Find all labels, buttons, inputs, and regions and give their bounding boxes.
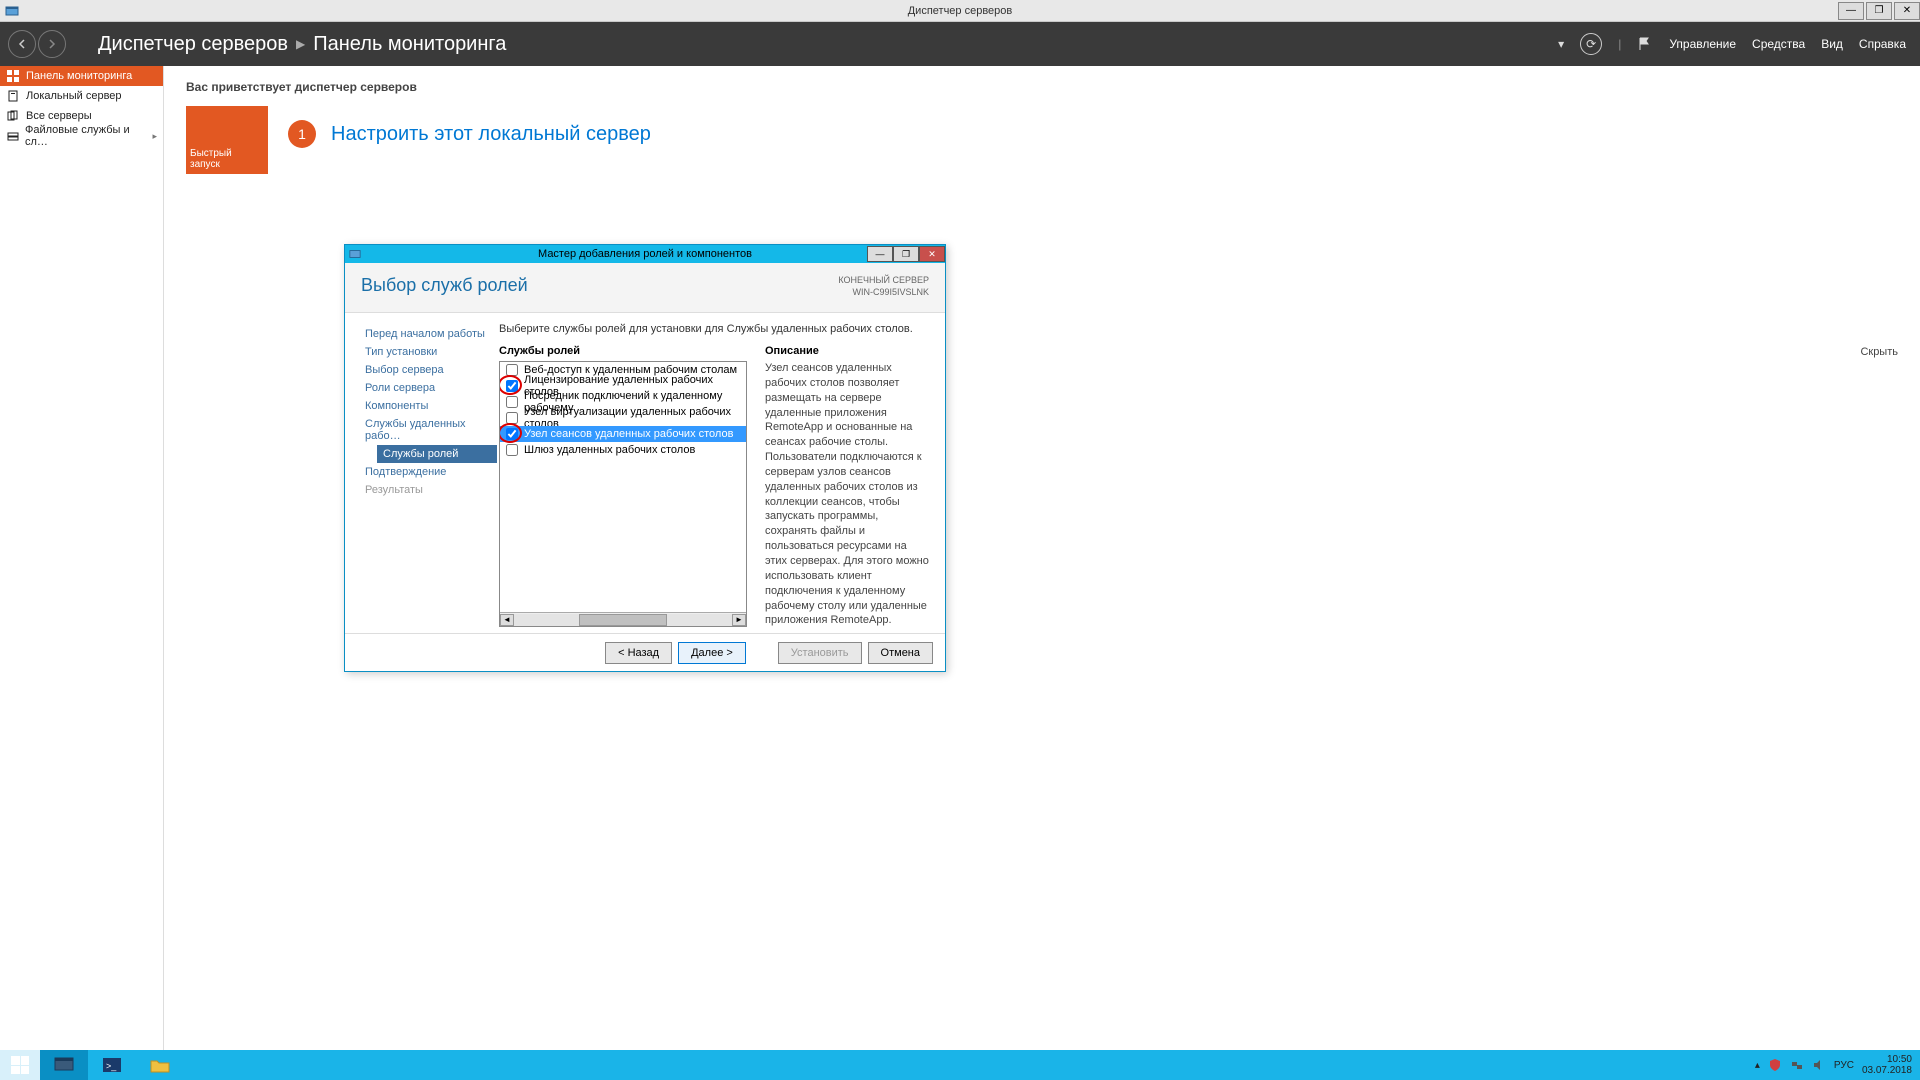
role-checkbox-0[interactable] bbox=[506, 364, 518, 376]
left-nav: Панель мониторингаЛокальный серверВсе се… bbox=[0, 66, 164, 1050]
role-item-4[interactable]: Узел сеансов удаленных рабочих столов bbox=[500, 426, 746, 442]
wizard-titlebar: Мастер добавления ролей и компонентов — … bbox=[345, 245, 945, 263]
taskbar-powershell[interactable]: >_ bbox=[88, 1050, 136, 1080]
role-label: Шлюз удаленных рабочих столов bbox=[524, 444, 695, 456]
wizard-target-server: КОНЕЧНЫЙ СЕРВЕР WIN-C99I5IVSLNK bbox=[838, 275, 929, 298]
wizard-maximize-button[interactable]: ❐ bbox=[893, 246, 919, 262]
app-header: Диспетчер серверов ▶ Панель мониторинга … bbox=[0, 22, 1920, 66]
menu-help[interactable]: Справка bbox=[1859, 37, 1906, 51]
app-icon bbox=[4, 3, 20, 19]
tray-clock[interactable]: 10:50 03.07.2018 bbox=[1862, 1054, 1912, 1076]
wizard-nav-step-7[interactable]: Подтверждение bbox=[359, 463, 495, 481]
description-text: Узел сеансов удаленных рабочих столов по… bbox=[765, 361, 931, 628]
role-checkbox-4[interactable] bbox=[506, 428, 518, 440]
role-checkbox-5[interactable] bbox=[506, 444, 518, 456]
wizard-close-button[interactable]: ✕ bbox=[919, 246, 945, 262]
tray-chevron-icon[interactable]: ▴ bbox=[1755, 1060, 1760, 1071]
roles-header: Службы ролей bbox=[499, 345, 747, 357]
step-number-1: 1 bbox=[288, 120, 316, 148]
nav-back-button[interactable] bbox=[8, 30, 36, 58]
horizontal-scrollbar[interactable]: ◄ ► bbox=[500, 612, 746, 626]
scroll-thumb[interactable] bbox=[579, 614, 666, 626]
welcome-heading: Вас приветствует диспетчер серверов bbox=[186, 80, 1898, 94]
tray-security-icon[interactable] bbox=[1768, 1058, 1782, 1072]
role-item-3[interactable]: Узел виртуализации удаленных рабочих сто… bbox=[500, 410, 746, 426]
nav-forward-button[interactable] bbox=[38, 30, 66, 58]
server-icon bbox=[6, 90, 20, 102]
refresh-button[interactable]: ⟳ bbox=[1580, 33, 1602, 55]
roles-listbox: Веб-доступ к удаленным рабочим столамЛиц… bbox=[499, 361, 747, 627]
install-button: Установить bbox=[778, 642, 862, 664]
role-label: Узел сеансов удаленных рабочих столов bbox=[524, 428, 733, 440]
breadcrumb-app: Диспетчер серверов bbox=[98, 33, 288, 56]
taskbar-explorer[interactable] bbox=[136, 1050, 184, 1080]
chevron-down-icon[interactable]: ▾ bbox=[1558, 37, 1564, 51]
scroll-right-button[interactable]: ► bbox=[732, 614, 746, 626]
wizard-nav-step-5[interactable]: Службы удаленных рабо… bbox=[359, 415, 495, 445]
wizard-nav-step-4[interactable]: Компоненты bbox=[359, 397, 495, 415]
wizard-nav-step-8: Результаты bbox=[359, 481, 495, 499]
tray-network-icon[interactable] bbox=[1790, 1058, 1804, 1072]
content-area: Вас приветствует диспетчер серверов Быст… bbox=[164, 66, 1920, 1050]
back-button[interactable]: < Назад bbox=[605, 642, 672, 664]
wizard-minimize-button[interactable]: — bbox=[867, 246, 893, 262]
role-checkbox-3[interactable] bbox=[506, 412, 518, 424]
svg-text:>_: >_ bbox=[106, 1061, 117, 1071]
wizard-footer: < Назад Далее > Установить Отмена bbox=[345, 633, 945, 671]
divider: | bbox=[1618, 37, 1621, 51]
add-roles-wizard: Мастер добавления ролей и компонентов — … bbox=[344, 244, 946, 672]
taskbar: >_ ▴ РУС 10:50 03.07.2018 bbox=[0, 1050, 1920, 1080]
wizard-heading: Выбор служб ролей bbox=[361, 275, 528, 296]
nav-item-0[interactable]: Панель мониторинга bbox=[0, 66, 163, 86]
wizard-prompt: Выберите службы ролей для установки для … bbox=[499, 323, 931, 335]
role-checkbox-2[interactable] bbox=[506, 396, 518, 408]
start-button[interactable] bbox=[0, 1050, 40, 1080]
files-icon bbox=[6, 130, 19, 142]
cancel-button[interactable]: Отмена bbox=[868, 642, 933, 664]
step-1-link[interactable]: Настроить этот локальный сервер bbox=[331, 123, 651, 146]
role-checkbox-1[interactable] bbox=[506, 380, 518, 392]
flag-icon[interactable] bbox=[1637, 36, 1653, 52]
chevron-right-icon: ▸ bbox=[152, 131, 157, 142]
wizard-nav-step-0[interactable]: Перед началом работы bbox=[359, 325, 495, 343]
breadcrumb-separator: ▶ bbox=[296, 37, 305, 51]
menu-view[interactable]: Вид bbox=[1821, 37, 1843, 51]
role-item-5[interactable]: Шлюз удаленных рабочих столов bbox=[500, 442, 746, 458]
tray-language[interactable]: РУС bbox=[1834, 1060, 1854, 1071]
breadcrumb-page: Панель мониторинга bbox=[313, 33, 506, 56]
wizard-nav-step-2[interactable]: Выбор сервера bbox=[359, 361, 495, 379]
servers-icon bbox=[6, 110, 20, 122]
breadcrumb: Диспетчер серверов ▶ Панель мониторинга bbox=[98, 33, 506, 56]
wizard-nav-step-3[interactable]: Роли сервера bbox=[359, 379, 495, 397]
menu-manage[interactable]: Управление bbox=[1669, 37, 1736, 51]
maximize-button[interactable]: ❐ bbox=[1866, 2, 1892, 20]
menu-tools[interactable]: Средства bbox=[1752, 37, 1805, 51]
wizard-icon bbox=[349, 248, 361, 260]
wizard-title: Мастер добавления ролей и компонентов bbox=[538, 248, 752, 260]
taskbar-server-manager[interactable] bbox=[40, 1050, 88, 1080]
scroll-left-button[interactable]: ◄ bbox=[500, 614, 514, 626]
description-header: Описание bbox=[765, 345, 931, 357]
wizard-nav-step-6[interactable]: Службы ролей bbox=[377, 445, 497, 463]
next-button[interactable]: Далее > bbox=[678, 642, 746, 664]
wizard-nav: Перед началом работыТип установкиВыбор с… bbox=[345, 313, 495, 633]
quick-start-tile[interactable]: Быстрый запуск bbox=[186, 106, 268, 174]
nav-item-1[interactable]: Локальный сервер bbox=[0, 86, 163, 106]
nav-item-3[interactable]: Файловые службы и сл…▸ bbox=[0, 126, 163, 146]
window-title: Диспетчер серверов bbox=[908, 5, 1013, 17]
minimize-button[interactable]: — bbox=[1838, 2, 1864, 20]
nav-item-2[interactable]: Все серверы bbox=[0, 106, 163, 126]
hide-link[interactable]: Скрыть bbox=[1860, 346, 1898, 358]
windows-logo-icon bbox=[11, 1056, 29, 1074]
dashboard-icon bbox=[6, 70, 20, 82]
tray-volume-icon[interactable] bbox=[1812, 1058, 1826, 1072]
window-titlebar: Диспетчер серверов — ❐ ✕ bbox=[0, 0, 1920, 22]
close-button[interactable]: ✕ bbox=[1894, 2, 1920, 20]
wizard-nav-step-1[interactable]: Тип установки bbox=[359, 343, 495, 361]
